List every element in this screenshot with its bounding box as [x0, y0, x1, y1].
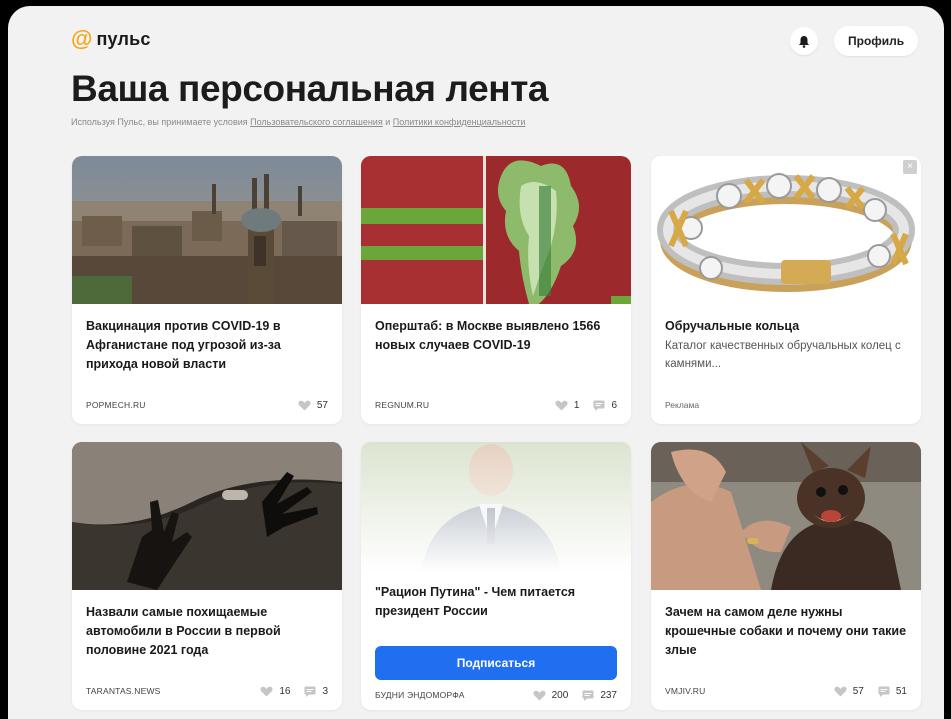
comments-count: 237 — [600, 689, 617, 701]
card-footer: REGNUM.RU 1 6 — [375, 398, 617, 412]
card-image-car-shadow — [72, 442, 342, 590]
likes-stat[interactable]: 16 — [260, 686, 290, 697]
comment-icon — [304, 686, 316, 697]
comments-count: 3 — [322, 685, 328, 697]
notifications-button[interactable] — [790, 27, 818, 55]
subscribe-button[interactable]: Подписаться — [375, 646, 617, 680]
news-card-car-theft[interactable]: Назвали самые похищаемые автомобили в Ро… — [72, 442, 342, 710]
likes-count: 1 — [573, 399, 580, 411]
card-title[interactable]: Вакцинация против COVID-19 в Афганистане… — [86, 317, 330, 374]
card-source[interactable]: VMJIV.RU — [665, 686, 706, 696]
card-footer: БУДНИ ЭНДОМОРФА 200 237 — [375, 688, 617, 702]
card-title[interactable]: Обручальные кольца — [665, 317, 909, 336]
comment-icon — [582, 690, 594, 701]
card-image-city — [72, 156, 342, 304]
ad-label: Реклама — [665, 400, 700, 410]
profile-button[interactable]: Профиль — [834, 26, 919, 56]
card-source[interactable]: POPMECH.RU — [86, 400, 146, 410]
likes-count: 57 — [852, 685, 864, 697]
likes-count: 200 — [551, 689, 569, 701]
page-title: Ваша персональная лента — [71, 68, 549, 109]
pulse-logo[interactable]: @ пульс — [71, 28, 151, 50]
card-title[interactable]: Оперштаб: в Москве выявлено 1566 новых с… — [375, 317, 619, 355]
likes-stat[interactable]: 200 — [533, 689, 569, 701]
heart-icon — [834, 686, 847, 696]
card-stats: 57 51 — [824, 686, 907, 697]
close-ad-button[interactable]: × — [903, 160, 917, 174]
comments-stat[interactable]: 3 — [304, 686, 328, 697]
screen: @ пульс Профиль Ваша персональная лента … — [0, 0, 951, 719]
bell-icon — [799, 35, 809, 48]
comment-icon — [593, 400, 605, 411]
likes-stat[interactable]: 57 — [298, 400, 328, 411]
card-title[interactable]: Назвали самые похищаемые автомобили в Ро… — [86, 603, 330, 660]
news-card-putin-diet[interactable]: "Рацион Путина" - Чем питается президент… — [361, 442, 631, 710]
card-footer: VMJIV.RU 57 51 — [665, 684, 907, 698]
comments-count: 51 — [895, 685, 907, 697]
card-source[interactable]: БУДНИ ЭНДОМОРФА — [375, 690, 465, 700]
heart-icon — [555, 400, 568, 410]
comments-stat[interactable]: 6 — [593, 400, 617, 411]
news-card-small-dogs[interactable]: Зачем на самом деле нужны крошечные соба… — [651, 442, 921, 710]
likes-count: 57 — [316, 399, 328, 411]
heart-icon — [260, 686, 273, 696]
card-image-virus — [361, 156, 631, 304]
likes-stat[interactable]: 1 — [555, 399, 580, 411]
user-agreement-link[interactable]: Пользовательского соглашения — [250, 117, 383, 127]
terms-notice: Используя Пульс, вы принимаете условия П… — [71, 117, 525, 127]
pulse-page: @ пульс Профиль Ваша персональная лента … — [8, 6, 944, 719]
logo-at-symbol: @ — [71, 26, 93, 51]
card-title[interactable]: Зачем на самом деле нужны крошечные соба… — [665, 603, 909, 660]
card-stats: 1 6 — [545, 400, 617, 411]
card-footer: POPMECH.RU 57 — [86, 398, 328, 412]
card-stats: 57 — [288, 400, 328, 411]
privacy-policy-link[interactable]: Политики конфиденциальности — [393, 117, 526, 127]
card-image-ring — [651, 156, 921, 304]
news-card-afghanistan[interactable]: Вакцинация против COVID-19 в Афганистане… — [72, 156, 342, 424]
card-source[interactable]: REGNUM.RU — [375, 400, 429, 410]
likes-stat[interactable]: 57 — [834, 686, 864, 697]
card-image-portrait — [361, 442, 631, 572]
logo-text: пульс — [96, 29, 151, 49]
terms-prefix: Используя Пульс, вы принимаете условия — [71, 117, 251, 127]
comments-stat[interactable]: 237 — [582, 690, 617, 701]
terms-and: и — [382, 117, 393, 127]
comments-stat[interactable]: 51 — [878, 686, 907, 697]
news-card-moscow-covid[interactable]: Оперштаб: в Москве выявлено 1566 новых с… — [361, 156, 631, 424]
ad-card-rings[interactable]: × Обручальные кольца Каталог качественны… — [651, 156, 921, 424]
card-stats: 200 237 — [523, 690, 617, 701]
comments-count: 6 — [611, 399, 617, 411]
card-stats: 16 3 — [250, 686, 328, 697]
comment-icon — [878, 686, 890, 697]
card-source[interactable]: TARANTAS.NEWS — [86, 686, 161, 696]
card-title[interactable]: "Рацион Путина" - Чем питается президент… — [375, 583, 619, 621]
card-footer: Реклама — [665, 398, 907, 412]
likes-count: 16 — [279, 685, 291, 697]
card-footer: TARANTAS.NEWS 16 3 — [86, 684, 328, 698]
heart-icon — [298, 400, 311, 410]
card-description: Каталог качественных обручальных колец с… — [665, 340, 901, 370]
card-image-dog — [651, 442, 921, 590]
heart-icon — [533, 690, 546, 700]
